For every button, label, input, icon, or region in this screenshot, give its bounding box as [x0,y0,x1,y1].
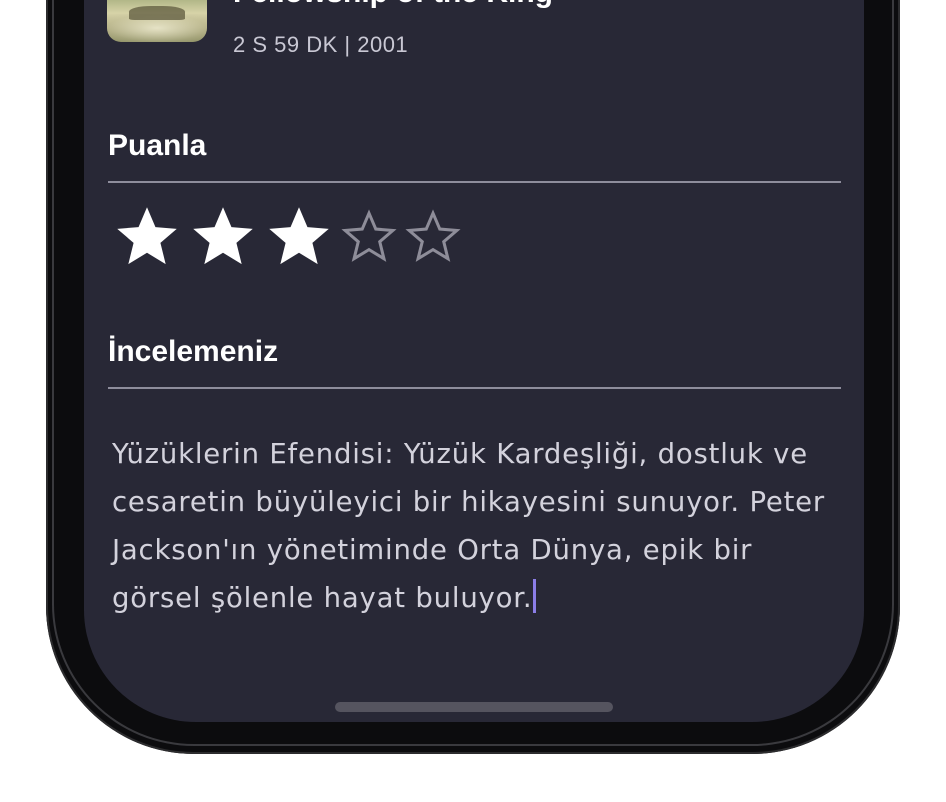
star-outline-icon [405,209,461,262]
star-filled-icon [269,207,329,265]
star-4[interactable] [339,209,399,265]
star-5[interactable] [403,209,463,265]
star-3[interactable] [263,202,335,272]
star-filled-icon [117,207,177,265]
review-textarea[interactable]: Yüzüklerin Efendisi: Yüzük Kardeşliği, d… [112,430,832,622]
star-filled-icon [193,207,253,265]
movie-meta: 2 S 59 DK | 2001 [233,32,409,57]
text-caret [533,579,537,613]
review-text: Yüzüklerin Efendisi: Yüzük Kardeşliği, d… [112,438,825,614]
movie-title: Fellowship of the King [233,0,793,10]
star-rating[interactable] [111,202,467,272]
home-indicator[interactable] [335,702,613,712]
review-section-title: İncelemeniz [108,335,279,368]
star-outline-icon [341,209,397,262]
poster-figure [129,6,185,20]
star-2[interactable] [187,202,259,272]
phone-screen: Fellowship of the King 2 S 59 DK | 2001 … [84,0,864,722]
page: Fellowship of the King 2 S 59 DK | 2001 … [0,0,946,802]
movie-poster [107,0,207,42]
rating-divider [108,181,841,183]
review-divider [108,387,841,389]
star-1[interactable] [111,202,183,272]
rating-section-title: Puanla [108,129,207,162]
